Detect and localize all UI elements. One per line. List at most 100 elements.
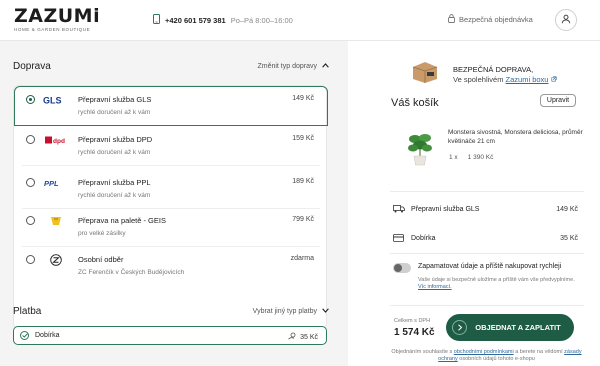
svg-text:dpd: dpd — [53, 138, 65, 145]
secure-order-label: Bezpečná objednávka — [459, 15, 533, 24]
divider — [390, 191, 584, 192]
divider — [22, 165, 320, 166]
terms-suffix: osobních údajů tohoto e-shopu — [459, 356, 535, 362]
summary-payment-label: Dobírka — [411, 234, 436, 242]
total-label: Celkem s DPH — [394, 318, 431, 324]
terms-link[interactable]: obchodními podmínkami — [454, 349, 514, 355]
shipping-header: Doprava Změnit typ dopravy — [13, 61, 329, 72]
checkout-options-panel: Doprava Změnit typ dopravy GLS Přepravní… — [0, 41, 348, 366]
promo-line-2: Ve spolehlivém Zazumi boxu — [453, 75, 557, 84]
selected-outline — [14, 86, 328, 126]
secure-order: Bezpečná objednávka — [448, 14, 533, 25]
change-shipping-label: Změnit typ dopravy — [257, 63, 317, 70]
radio-pickup[interactable] — [26, 255, 35, 264]
payment-price: 35 Kč — [300, 333, 318, 341]
chevron-down-icon — [322, 308, 329, 315]
phone-number[interactable]: +420 601 579 381 — [165, 16, 226, 25]
dpd-logo-icon: dpd — [41, 134, 71, 146]
zazumi-z-logo-icon — [41, 254, 71, 266]
header: ZAZUMi HOME & GARDEN BOUTIQUE +420 601 5… — [0, 0, 600, 40]
promo-line-1: BEZPEČNÁ DOPRAVA, — [453, 65, 534, 74]
total-value: 1 574 Kč — [394, 327, 435, 338]
option-subtitle: rychlé doručení až k vám — [78, 109, 151, 116]
shipping-options-card: GLS Přepravní služba GLS rychlé doručení… — [13, 85, 328, 329]
product-image[interactable] — [406, 129, 434, 167]
option-price: 149 Kč — [292, 95, 314, 102]
divider — [390, 253, 584, 254]
pallet-icon — [41, 215, 71, 227]
svg-text:PPL: PPL — [44, 179, 59, 188]
remember-subtext-body: Vaše údaje si bezpečně uložíme a příště … — [418, 277, 575, 283]
cart-panel: BEZPEČNÁ DOPRAVA, Ve spolehlivém Zazumi … — [348, 41, 600, 366]
hand-coin-icon — [288, 332, 296, 342]
remember-toggle[interactable] — [393, 263, 411, 273]
shipping-option-gls[interactable]: GLS Přepravní služba GLS rychlé doručení… — [14, 86, 328, 126]
summary-payment: Dobírka 35 Kč — [393, 234, 578, 242]
truck-icon — [393, 205, 407, 213]
option-price: 799 Kč — [292, 216, 314, 223]
edit-cart-button[interactable]: Upravit — [540, 94, 576, 107]
option-subtitle: ZC Ferenčík v Českých Budějovicích — [78, 269, 185, 276]
summary-payment-value: 35 Kč — [560, 234, 578, 242]
product-qty: 1 x — [449, 154, 458, 161]
user-account-button[interactable] — [555, 9, 577, 31]
product-qty-price: 1 x 1 390 Kč — [449, 154, 493, 161]
phone-hours: Po–Pá 8:00–16:00 — [230, 15, 293, 25]
option-title: Přepravní služba GLS — [78, 95, 152, 104]
shipping-option-dpd[interactable]: dpd Přepravní služba DPD rychlé doručení… — [14, 126, 328, 166]
safe-shipping-promo: BEZPEČNÁ DOPRAVA, Ve spolehlivém Zazumi … — [411, 55, 581, 87]
option-price: 189 Kč — [292, 178, 314, 185]
option-subtitle: rychlé doručení až k vám — [78, 149, 151, 156]
gls-logo-icon: GLS — [41, 94, 71, 106]
product-price: 1 390 Kč — [467, 154, 494, 161]
divider — [390, 305, 584, 306]
option-title: Osobní odběr — [78, 255, 124, 264]
option-title: Přeprava na paletě - GEIS — [78, 216, 166, 225]
contact-phone[interactable]: +420 601 579 381 Po–Pá 8:00–16:00 — [153, 14, 293, 26]
summary-shipping: Přepravní služba GLS 149 Kč — [393, 205, 578, 213]
radio-gls[interactable] — [26, 95, 35, 104]
option-price: zdarma — [290, 255, 314, 262]
payment-title: Platba — [13, 306, 42, 317]
radio-dpd[interactable] — [26, 135, 35, 144]
shipping-option-ppl[interactable]: PPL Přepravní služba PPL rychlé doručení… — [14, 169, 328, 209]
payment-option-cod[interactable]: Dobírka 35 Kč — [13, 326, 327, 345]
more-info-link[interactable]: Víc informací. — [418, 284, 452, 290]
option-title: Přepravní služba PPL — [78, 178, 151, 187]
svg-text:GLS: GLS — [43, 96, 62, 106]
option-subtitle: pro velké zásilky — [78, 230, 126, 237]
order-and-pay-button[interactable]: OBJEDNAT A ZAPLATIT — [446, 314, 574, 341]
ppl-logo-icon: PPL — [41, 177, 71, 189]
option-title: Přepravní služba DPD — [78, 135, 153, 144]
terms-note: Objednáním souhlasíte s obchodními podmí… — [384, 349, 589, 363]
zazumi-box-link[interactable]: Zazumi boxu — [506, 75, 549, 84]
phone-icon — [153, 14, 160, 26]
summary-shipping-value: 149 Kč — [556, 205, 578, 213]
terms-prefix: Objednáním souhlasíte s — [391, 349, 453, 355]
check-icon — [20, 331, 29, 340]
chevron-right-icon — [452, 320, 467, 335]
chevron-up-icon — [322, 63, 329, 70]
payment-name: Dobírka — [35, 332, 60, 339]
shipping-box-icon — [411, 59, 439, 83]
shipping-option-pickup[interactable]: Osobní odběr ZC Ferenčík v Českých Buděj… — [14, 246, 328, 286]
summary-shipping-label: Přepravní služba GLS — [411, 205, 480, 213]
change-payment-label: Vybrat jiný typ platby — [252, 308, 317, 315]
user-icon — [561, 14, 571, 26]
option-subtitle: rychlé doručení až k vám — [78, 192, 151, 199]
shipping-option-geis[interactable]: Přeprava na paletě - GEIS pro velké zási… — [14, 207, 328, 247]
promo-prefix: Ve spolehlivém — [453, 75, 504, 84]
external-link-icon — [551, 75, 557, 84]
change-shipping-link[interactable]: Změnit typ dopravy — [257, 63, 329, 70]
remember-label: Zapamatovat údaje a příště nakupovat ryc… — [418, 263, 562, 270]
radio-ppl[interactable] — [26, 178, 35, 187]
lock-icon — [448, 14, 455, 25]
option-price: 159 Kč — [292, 135, 314, 142]
payment-header: Platba Vybrat jiný typ platby — [13, 306, 329, 317]
product-name: Monstera sivostná, Monstera deliciosa, p… — [448, 129, 583, 145]
change-payment-link[interactable]: Vybrat jiný typ platby — [253, 308, 329, 315]
shipping-title: Doprava — [13, 61, 51, 72]
logo-subtitle: HOME & GARDEN BOUTIQUE — [14, 27, 91, 32]
logo[interactable]: ZAZUMi HOME & GARDEN BOUTIQUE — [14, 7, 100, 33]
radio-geis[interactable] — [26, 216, 35, 225]
